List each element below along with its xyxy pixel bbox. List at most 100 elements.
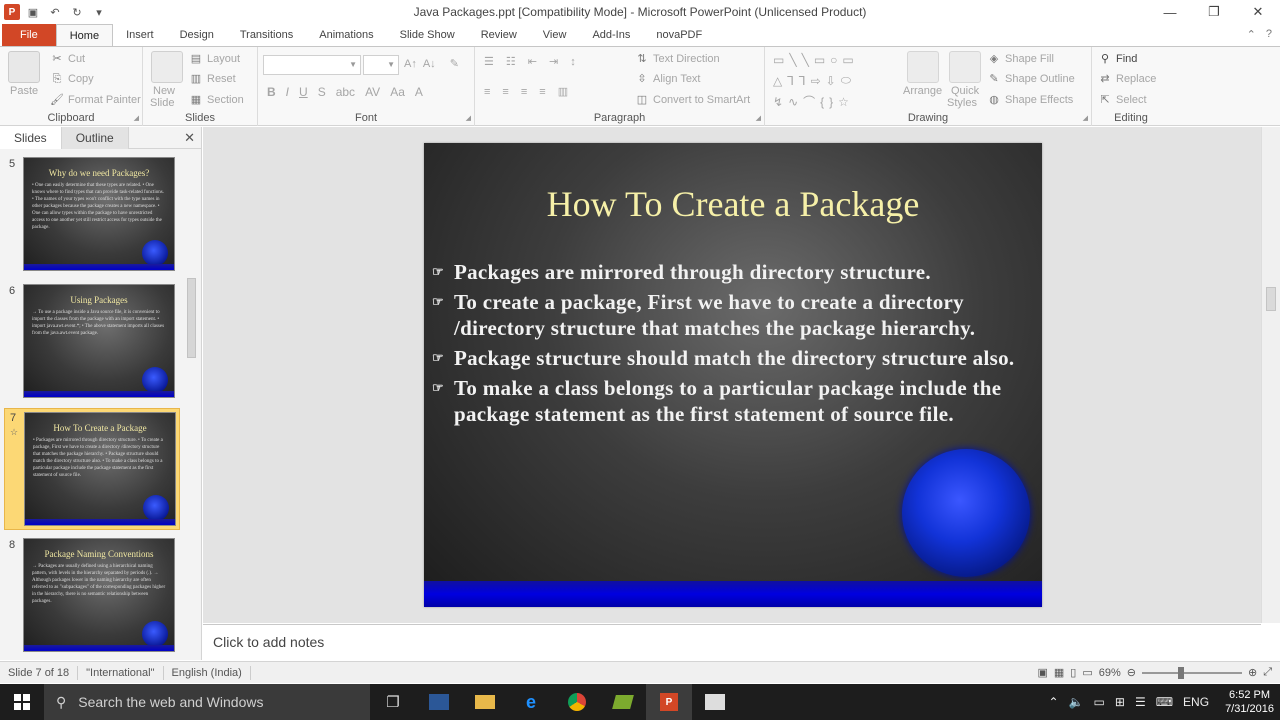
text-direction-button[interactable]: ⇅ Text Direction [635, 52, 719, 66]
section-button[interactable]: ▦ Section [189, 93, 244, 107]
theme-name[interactable]: "International" [78, 665, 164, 680]
tab-review[interactable]: Review [468, 24, 530, 46]
columns-icon[interactable]: ▥ [558, 85, 568, 98]
tab-file[interactable]: File [2, 24, 56, 46]
grow-font-icon[interactable]: A↑ [404, 58, 417, 70]
slide-thumbnail[interactable]: Why do we need Packages? • One can easil… [23, 157, 175, 271]
shape-connector-icon[interactable]: ⅂ [799, 74, 806, 88]
layout-button[interactable]: ▤ Layout [189, 52, 240, 66]
tab-transitions[interactable]: Transitions [227, 24, 306, 46]
slide-thumbnail[interactable]: How To Create a Package • Packages are m… [24, 412, 176, 526]
italic-icon[interactable]: I [286, 85, 289, 99]
strikethrough-icon[interactable]: abc [336, 85, 355, 99]
new-slide-icon[interactable] [151, 51, 183, 83]
new-slide-label-2[interactable]: Slide [150, 97, 174, 109]
file-explorer-icon[interactable] [462, 684, 508, 720]
tab-animations[interactable]: Animations [306, 24, 386, 46]
tab-outline[interactable]: Outline [61, 126, 129, 149]
clipboard-launcher-icon[interactable]: ◢ [134, 114, 139, 122]
tab-slide-show[interactable]: Slide Show [387, 24, 468, 46]
tab-add-ins[interactable]: Add-Ins [579, 24, 643, 46]
save-icon[interactable]: ▣ [24, 3, 42, 21]
shape-rectangle-icon[interactable]: ▭ [842, 53, 853, 67]
paragraph-launcher-icon[interactable]: ◢ [756, 114, 761, 122]
slide-bullets[interactable]: ☞ Packages are mirrored through directory… [432, 259, 1042, 431]
tab-view[interactable]: View [530, 24, 580, 46]
minimize-button[interactable]: — [1148, 0, 1192, 24]
start-button[interactable] [0, 684, 44, 720]
thumbnail-row[interactable]: 5 Why do we need Packages? • One can eas… [4, 155, 180, 275]
thumbnail-row[interactable]: 8 Package Naming Conventions → Packages … [4, 536, 180, 658]
app-icon-3[interactable] [692, 684, 738, 720]
new-slide-label-1[interactable]: New [153, 85, 175, 97]
shape-curve-icon[interactable]: ∿ [788, 95, 798, 109]
paste-button[interactable]: Paste [10, 85, 38, 97]
center-icon[interactable]: ≡ [502, 86, 508, 98]
select-button[interactable]: ⇱ Select [1098, 93, 1146, 107]
clear-formatting-icon[interactable]: ✎ [450, 57, 459, 70]
input-language[interactable]: ENG [1183, 695, 1209, 709]
slide-thumbnail[interactable]: Package Naming Conventions → Packages ar… [23, 538, 175, 652]
clock[interactable]: 6:52 PM 7/31/2016 [1219, 688, 1280, 716]
font-size-combo[interactable]: ▼ [363, 55, 399, 75]
vertical-scrollbar[interactable] [1261, 127, 1280, 623]
scrollbar-thumb[interactable] [187, 278, 196, 358]
align-left-icon[interactable]: ≡ [484, 86, 490, 98]
quick-styles-label-1[interactable]: Quick [951, 85, 979, 97]
notifications-icon[interactable]: ☰ [1135, 695, 1146, 709]
close-button[interactable]: ✕ [1236, 0, 1280, 24]
maximize-button[interactable]: ❐ [1192, 0, 1236, 24]
shape-line-icon[interactable]: ╲ [802, 53, 809, 67]
font-color-icon[interactable]: A [415, 85, 423, 99]
shape-rounded-icon[interactable]: ⬭ [841, 73, 851, 88]
scrollbar-thumb[interactable] [1266, 287, 1276, 311]
power-icon[interactable]: ▭ [1094, 695, 1105, 709]
slide-thumbnail[interactable]: Using Packages → To use a package inside… [23, 284, 175, 398]
shapes-gallery-row2[interactable]: △ ⅂ ⅂ ⇨ ⇩ ⬭ [773, 73, 851, 88]
tab-design[interactable]: Design [167, 24, 227, 46]
cut-button[interactable]: ✂ Cut [50, 52, 85, 66]
align-right-icon[interactable]: ≡ [521, 86, 527, 98]
format-painter-button[interactable]: 🖌 Format Painter [50, 93, 141, 107]
reading-view-icon[interactable]: ▯ [1070, 666, 1076, 679]
shape-connector-icon[interactable]: ⅂ [787, 74, 794, 88]
arrange-icon[interactable] [907, 51, 939, 83]
zoom-slider[interactable] [1141, 666, 1242, 679]
reset-button[interactable]: ▥ Reset [189, 72, 236, 86]
quick-styles-icon[interactable] [949, 51, 981, 83]
task-view-icon[interactable]: ❐ [370, 684, 416, 720]
language-indicator[interactable]: English (India) [164, 665, 251, 680]
slide-title[interactable]: How To Create a Package [424, 183, 1042, 225]
edge-icon[interactable]: e [508, 684, 554, 720]
fit-to-window-icon[interactable]: ⤢ [1263, 666, 1272, 679]
shape-brace-icon[interactable]: { [820, 95, 824, 109]
panel-scrollbar[interactable] [185, 153, 198, 657]
thumbnail-row[interactable]: 6 Using Packages → To use a package insi… [4, 282, 180, 402]
zoom-level[interactable]: 69% [1099, 667, 1121, 679]
normal-view-icon[interactable]: ▣ [1037, 666, 1047, 679]
character-spacing-icon[interactable]: AV [365, 85, 380, 99]
notes-placeholder[interactable]: Click to add notes [213, 634, 324, 650]
shape-text-box-icon[interactable]: ▭ [773, 53, 784, 67]
decrease-indent-icon[interactable]: ⇤ [528, 55, 537, 68]
increase-indent-icon[interactable]: ⇥ [549, 55, 558, 68]
undo-icon[interactable]: ↶ [46, 3, 64, 21]
arrange-button[interactable]: Arrange [903, 85, 942, 97]
change-case-icon[interactable]: Aa [390, 85, 405, 99]
volume-icon[interactable]: 🔈 [1069, 695, 1084, 709]
align-text-button[interactable]: ⇳ Align Text [635, 72, 700, 86]
font-name-combo[interactable]: ▼ [263, 55, 361, 75]
zoom-out-icon[interactable]: ⊖ [1127, 666, 1136, 679]
justify-icon[interactable]: ≡ [539, 86, 545, 98]
shadow-icon[interactable]: S [318, 85, 326, 99]
shrink-font-icon[interactable]: A↓ [423, 58, 436, 70]
shape-fill-button[interactable]: ◈ Shape Fill [987, 52, 1054, 66]
font-launcher-icon[interactable]: ◢ [466, 114, 471, 122]
copy-button[interactable]: ⎘ Copy [50, 72, 94, 86]
bullets-icon[interactable]: ☰ [484, 55, 494, 68]
shape-arrow-right-icon[interactable]: ⇨ [811, 74, 821, 88]
slide-sorter-icon[interactable]: ▦ [1054, 666, 1064, 679]
zoom-slider-knob[interactable] [1177, 666, 1184, 679]
replace-button[interactable]: ⇄ Replace [1098, 72, 1156, 86]
shapes-gallery-row3[interactable]: ↯ ∿ ⌒ {} ☆ [773, 93, 849, 110]
